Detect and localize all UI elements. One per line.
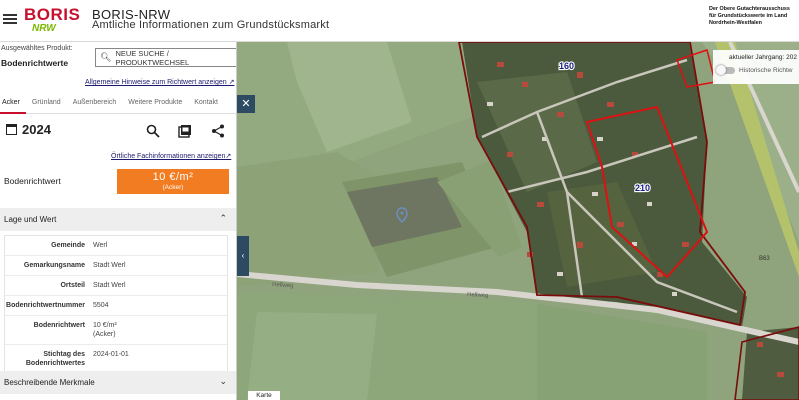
road-sign: B63 (759, 256, 770, 262)
org-line: für Grundstückswerte im Land (709, 13, 788, 19)
map-layer-tab[interactable]: Karte (248, 391, 280, 400)
org-line: Der Obere Gutachterausschuss (709, 6, 790, 12)
year-selector-widget: aktueller Jahrgang: 202 Historische Rich… (713, 50, 799, 84)
detail-value-main: 10 €/m² (93, 322, 117, 329)
detail-value-extra: (Acker) (93, 331, 116, 338)
detail-value: 5504 (93, 302, 109, 309)
detail-key: Bodenrichtwertnummer (6, 302, 85, 309)
chevron-up-icon: ⌃ (219, 213, 227, 223)
org-line: Nordrhein-Westfalen (709, 20, 762, 26)
table-row: Bodenrichtwertnummer 5504 (5, 296, 227, 316)
aerial-imagery: 160 210 Hellweg Hellweg B63 (237, 42, 799, 400)
close-panel-button[interactable]: ✕ (237, 95, 255, 113)
search-icon: 🔍︎ (100, 52, 112, 62)
section-title: Lage und Wert (4, 215, 57, 224)
table-row: Bodenrichtwert 10 €/m² (Acker) (5, 316, 227, 345)
result-panel: Ausgewähltes Produkt: Bodenrichtwerte 🔍︎… (0, 42, 237, 400)
detail-key: Bodenrichtwert (33, 322, 85, 329)
detail-value: Stadt Werl (93, 262, 126, 269)
tab-acker[interactable]: Acker (0, 94, 26, 114)
detail-value: 2024-01-01 (93, 351, 129, 358)
tab-kontakt[interactable]: Kontakt (192, 94, 224, 114)
new-search-button[interactable]: 🔍︎ NEUE SUCHE / PRODUKTWECHSEL (95, 48, 236, 67)
year-row: 2024 (0, 120, 236, 142)
zone-label: 210 (635, 183, 650, 193)
section-lage-und-wert[interactable]: Lage und Wert ⌃ (0, 208, 236, 231)
historical-toggle[interactable] (716, 65, 735, 75)
tab-weitere-produkte[interactable]: Weitere Produkte (126, 94, 188, 114)
new-search-label: NEUE SUCHE / PRODUKTWECHSEL (115, 48, 190, 67)
historical-label: Historische Richtw (739, 67, 793, 74)
section-title: Beschreibende Merkmale (4, 378, 95, 387)
detail-value: Werl (93, 242, 108, 249)
hamburger-menu-icon[interactable] (3, 12, 17, 26)
boris-logo[interactable]: BORIS NRW (24, 6, 84, 36)
local-info-link[interactable]: Örtliche Fachinformationen anzeigen↗ (111, 152, 231, 160)
tab-gruenland[interactable]: Grünland (30, 94, 67, 114)
details-table: Gemeinde Werl Gemarkungsname Stadt Werl … (4, 235, 228, 374)
calendar-icon (6, 124, 17, 135)
selected-product-value: Bodenrichtwerte (1, 58, 69, 68)
logo-text: BORIS (24, 5, 81, 24)
table-row: Gemeinde Werl (5, 236, 227, 256)
pdf-export-icon[interactable] (178, 124, 192, 138)
table-row: Gemarkungsname Stadt Werl (5, 256, 227, 276)
land-value-usage: (Acker) (162, 184, 184, 191)
zone-label: 160 (559, 61, 574, 71)
detail-key: Gemeinde (51, 242, 85, 249)
detail-key: Gemarkungsname (23, 262, 85, 269)
logo-subtext: NRW (32, 23, 56, 34)
detail-value: Stadt Werl (93, 282, 126, 289)
selected-product-label: Ausgewähltes Produkt: (1, 45, 73, 52)
app-header: BORIS NRW BORIS-NRW Amtliche Information… (0, 0, 799, 42)
table-row: Stichtag des Bodenrichtwertes 2024-01-01 (5, 345, 227, 373)
table-row: Ortsteil Stadt Werl (5, 276, 227, 296)
current-year-label: aktueller Jahrgang: 202 (729, 54, 797, 61)
app-subtitle: Amtliche Informationen zum Grundstücksma… (92, 19, 330, 31)
land-value-badge: 10 €/m² (Acker) (117, 169, 229, 194)
collapse-panel-button[interactable]: ‹ (237, 236, 249, 276)
street-label: Hellweg (467, 292, 489, 299)
search-icon[interactable] (146, 124, 160, 138)
section-beschreibende-merkmale[interactable]: Beschreibende Merkmale ⌄ (0, 371, 236, 394)
detail-value: 10 €/m² (Acker) (89, 316, 227, 344)
land-value-amount: 10 €/m² (152, 171, 194, 183)
share-icon[interactable] (211, 124, 225, 138)
detail-key: Stichtag des Bodenrichtwertes (25, 351, 85, 367)
tab-aussenbereich[interactable]: Außenbereich (71, 94, 123, 114)
general-hints-link[interactable]: Allgemeine Hinweise zum Richtwert anzeig… (85, 78, 234, 86)
detail-key: Ortsteil (60, 282, 85, 289)
map-view[interactable]: 160 210 Hellweg Hellweg B63 (237, 42, 799, 400)
land-value-label: Bodenrichtwert (4, 176, 61, 186)
chevron-down-icon: ⌄ (219, 376, 227, 386)
boris-app: BORIS NRW BORIS-NRW Amtliche Information… (0, 0, 799, 400)
year-value: 2024 (22, 122, 51, 137)
organization-logo-text: Der Obere Gutachterausschuss für Grundst… (709, 6, 799, 27)
category-tabs: Acker Grünland Außenbereich Weitere Prod… (0, 94, 236, 114)
